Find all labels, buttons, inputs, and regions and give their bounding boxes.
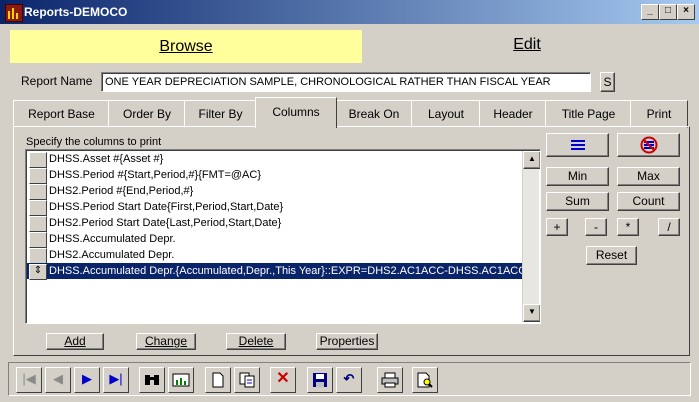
plus-button[interactable]: + xyxy=(546,218,568,236)
title-bar: Reports-DEMOCO _ □ × xyxy=(0,0,699,24)
last-record-icon[interactable]: ▶| xyxy=(103,367,129,393)
list-item-label: DHS2.Period #{End,Period,#} xyxy=(49,185,194,197)
tab-title-page[interactable]: Title Page xyxy=(545,100,632,128)
properties-button[interactable]: Properties xyxy=(316,333,378,350)
scroll-up-icon[interactable]: ▲ xyxy=(523,151,540,169)
report-name-field[interactable]: ONE YEAR DEPRECIATION SAMPLE, CHRONOLOGI… xyxy=(101,72,591,92)
list-item[interactable]: DHSS.Accumulated Depr. xyxy=(27,231,523,248)
tab-header[interactable]: Header xyxy=(479,100,547,128)
columns-format-button[interactable] xyxy=(546,133,609,157)
row-selector[interactable] xyxy=(29,232,47,248)
minimize-icon[interactable]: _ xyxy=(641,4,659,20)
list-scrollbar[interactable]: ▲ ▼ xyxy=(522,151,540,322)
row-selector[interactable] xyxy=(29,216,47,232)
list-item[interactable]: DHS2.Accumulated Depr. xyxy=(27,247,523,264)
binoculars-icon[interactable] xyxy=(139,367,165,393)
list-item[interactable]: DHSS.Period #{Start,Period,#}{FMT=@AC} xyxy=(27,167,523,184)
window-title: Reports-DEMOCO xyxy=(24,5,128,19)
list-item-label: DHSS.Period #{Start,Period,#}{FMT=@AC} xyxy=(49,169,262,181)
columns-instruction: Specify the columns to print xyxy=(26,136,162,148)
new-document-icon[interactable] xyxy=(205,367,231,393)
minus-button[interactable]: - xyxy=(585,218,607,236)
delete-x-icon[interactable]: ✕ xyxy=(270,367,296,393)
drag-handle-icon[interactable]: ⇕ xyxy=(29,264,47,280)
count-button[interactable]: Count xyxy=(617,192,680,211)
maximize-icon[interactable]: □ xyxy=(659,4,677,20)
browse-tab[interactable]: Browse xyxy=(10,30,362,63)
tab-break-on[interactable]: Break On xyxy=(335,100,413,128)
list-item-label: DHSS.Period Start Date{First,Period,Star… xyxy=(49,201,284,213)
tab-columns[interactable]: Columns xyxy=(255,97,337,128)
list-item[interactable]: DHSS.Period Start Date{First,Period,Star… xyxy=(27,199,523,216)
row-selector[interactable] xyxy=(29,152,47,168)
list-item-label: DHSS.Asset #{Asset #} xyxy=(49,153,164,165)
next-record-icon[interactable]: ▶ xyxy=(74,367,100,393)
max-button[interactable]: Max xyxy=(617,167,680,186)
list-item-label: DHSS.Accumulated Depr. xyxy=(49,233,176,245)
row-selector[interactable] xyxy=(29,168,47,184)
sum-button[interactable]: Sum xyxy=(546,192,609,211)
divide-button[interactable]: / xyxy=(658,218,680,236)
add-button[interactable]: Add xyxy=(46,333,104,350)
copy-icon[interactable] xyxy=(234,367,260,393)
delete-button[interactable]: Delete xyxy=(226,333,286,350)
list-item-label: DHSS.Accumulated Depr.{Accumulated,Depr.… xyxy=(49,265,527,277)
row-selector[interactable] xyxy=(29,200,47,216)
columns-list[interactable]: DHSS.Asset #{Asset #} DHSS.Period #{Start… xyxy=(25,149,541,324)
reset-button[interactable]: Reset xyxy=(586,246,637,265)
no-format-button[interactable] xyxy=(617,133,680,157)
s-button[interactable]: S xyxy=(600,72,615,92)
list-item[interactable]: DHSS.Asset #{Asset #} xyxy=(27,151,523,168)
undo-icon[interactable]: ↶ xyxy=(336,367,362,393)
tab-print[interactable]: Print xyxy=(630,100,688,128)
close-icon[interactable]: × xyxy=(677,4,695,20)
tab-order-by[interactable]: Order By xyxy=(108,100,186,128)
app-icon xyxy=(5,4,23,22)
list-item-label: DHS2.Period Start Date{Last,Period,Start… xyxy=(49,217,282,229)
row-selector[interactable] xyxy=(29,184,47,200)
first-record-icon[interactable]: |◀ xyxy=(16,367,42,393)
edit-tab[interactable]: Edit xyxy=(362,30,692,63)
prev-record-icon[interactable]: ◀ xyxy=(45,367,71,393)
tab-report-base[interactable]: Report Base xyxy=(13,100,110,128)
print-icon[interactable] xyxy=(377,367,403,393)
report-chart-icon[interactable] xyxy=(168,367,194,393)
row-selector[interactable] xyxy=(29,248,47,264)
list-item[interactable]: ⇕ DHSS.Accumulated Depr.{Accumulated,Depr… xyxy=(27,263,527,280)
lines-icon xyxy=(570,140,585,150)
list-item[interactable]: DHS2.Period #{End,Period,#} xyxy=(27,183,523,200)
scroll-down-icon[interactable]: ▼ xyxy=(523,304,540,322)
change-button[interactable]: Change xyxy=(136,333,196,350)
tab-filter-by[interactable]: Filter By xyxy=(184,100,257,128)
multiply-button[interactable]: * xyxy=(617,218,639,236)
min-button[interactable]: Min xyxy=(546,167,609,186)
prohibited-lines-icon xyxy=(640,136,657,154)
list-item-label: DHS2.Accumulated Depr. xyxy=(49,249,175,261)
list-item[interactable]: DHS2.Period Start Date{Last,Period,Start… xyxy=(27,215,523,232)
save-disk-icon[interactable] xyxy=(307,367,333,393)
print-preview-icon[interactable] xyxy=(412,367,438,393)
report-name-label: Report Name xyxy=(21,74,93,88)
tab-layout[interactable]: Layout xyxy=(411,100,481,128)
